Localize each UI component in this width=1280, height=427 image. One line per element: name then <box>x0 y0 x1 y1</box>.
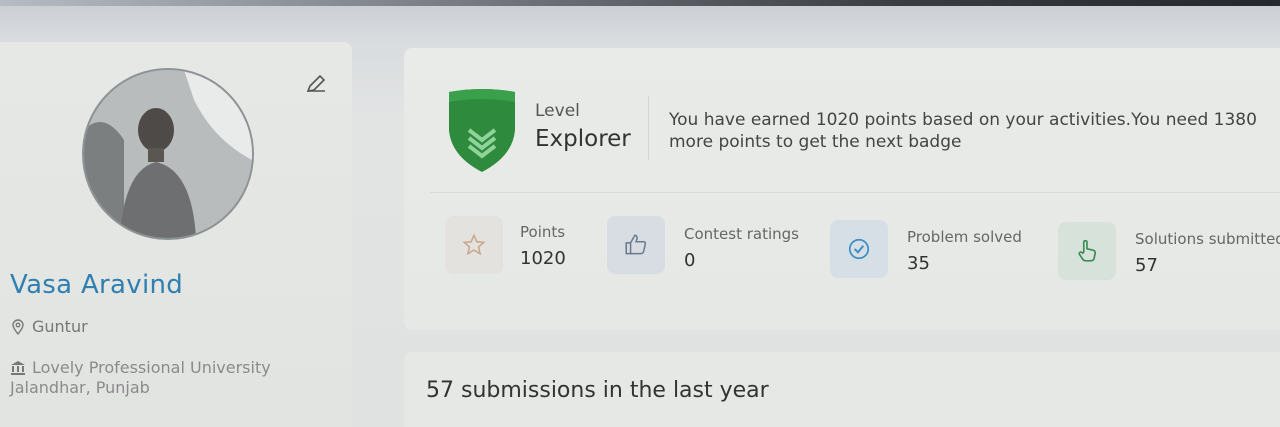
university: Lovely Professional University Jalandhar… <box>10 358 271 398</box>
level-label: Level <box>535 101 580 121</box>
avatar <box>82 68 254 240</box>
location-pin-icon <box>12 318 24 335</box>
university-name: Lovely Professional University <box>32 358 271 377</box>
level-badge-shield-icon <box>449 89 515 172</box>
problems-icon-box <box>830 220 888 278</box>
points-value: 1020 <box>520 248 566 269</box>
submissions-title: 57 submissions in the last year <box>426 378 769 403</box>
location: Guntur <box>10 317 88 336</box>
points-label: Points <box>520 223 566 241</box>
hand-pointer-icon <box>1078 239 1097 262</box>
profile-name: Vasa Aravind <box>10 270 184 300</box>
location-text: Guntur <box>32 317 88 336</box>
contest-label: Contest ratings <box>684 225 799 243</box>
solutions-value: 57 <box>1135 255 1158 276</box>
screen-top-edge <box>0 0 1280 6</box>
level-name: Explorer <box>535 126 631 152</box>
avatar-photo <box>84 70 252 238</box>
thumbs-up-icon <box>625 234 647 255</box>
problems-value: 35 <box>907 253 930 274</box>
contest-icon-box <box>607 216 665 274</box>
points-icon-box <box>445 216 503 274</box>
section-divider <box>430 192 1280 193</box>
problems-label: Problem solved <box>907 228 1022 246</box>
points-message: You have earned 1020 points based on you… <box>669 110 1257 152</box>
solutions-label: Solutions submitted <box>1135 230 1280 248</box>
university-icon <box>11 361 25 375</box>
edit-icon[interactable] <box>304 72 328 96</box>
check-circle-icon <box>848 238 870 260</box>
level-divider <box>648 96 649 160</box>
stats-card <box>404 48 1280 330</box>
star-icon <box>462 233 486 256</box>
university-location: Jalandhar, Punjab <box>10 378 150 397</box>
contest-value: 0 <box>684 250 696 271</box>
solutions-icon-box <box>1058 222 1116 280</box>
